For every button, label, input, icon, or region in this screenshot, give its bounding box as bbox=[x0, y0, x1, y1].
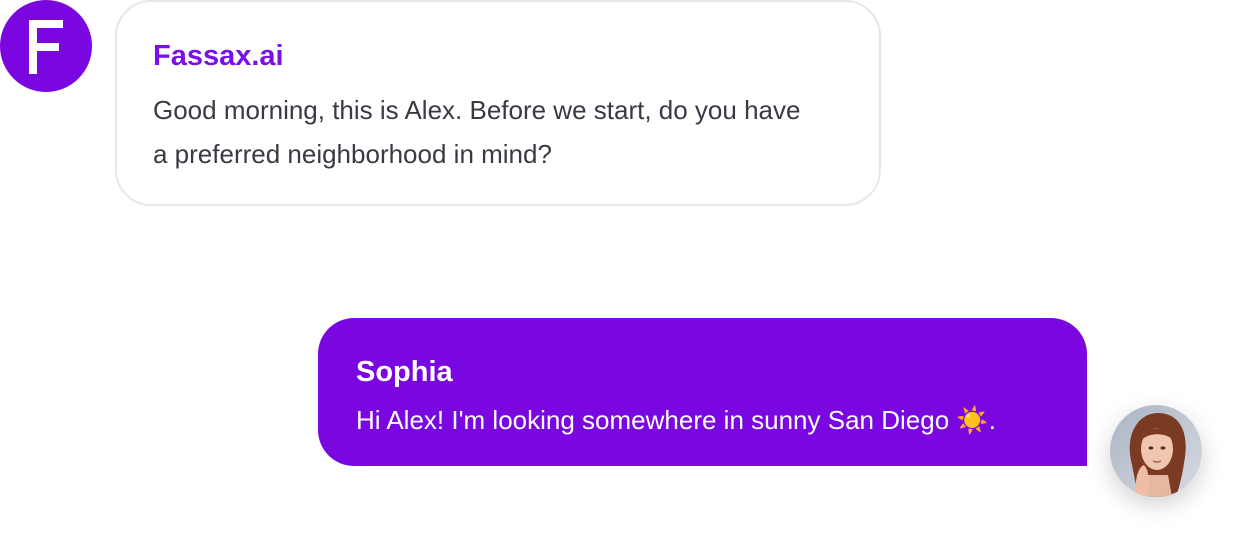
user-message-bubble: Sophia Hi Alex! I'm looking somewhere in… bbox=[318, 318, 1087, 466]
fassax-logo-svg bbox=[0, 0, 92, 92]
user-sender-name: Sophia bbox=[356, 356, 453, 388]
avatar-left-eye bbox=[1148, 446, 1154, 450]
bot-message-text: Good morning, this is Alex. Before we st… bbox=[153, 95, 801, 169]
avatar-right-eye bbox=[1160, 446, 1166, 450]
user-message-text: Hi Alex! I'm looking somewhere in sunny … bbox=[356, 405, 996, 435]
fassax-logo-icon bbox=[0, 0, 92, 92]
user-photo-avatar-icon bbox=[1110, 405, 1202, 497]
bot-message-bubble: Fassax.ai Good morning, this is Alex. Be… bbox=[115, 0, 881, 206]
user-avatar bbox=[1110, 405, 1202, 497]
logo-middle-bar bbox=[29, 43, 59, 51]
avatar-mouth bbox=[1152, 460, 1162, 463]
bot-sender-name: Fassax.ai bbox=[153, 40, 284, 72]
logo-top-bar bbox=[29, 20, 63, 28]
